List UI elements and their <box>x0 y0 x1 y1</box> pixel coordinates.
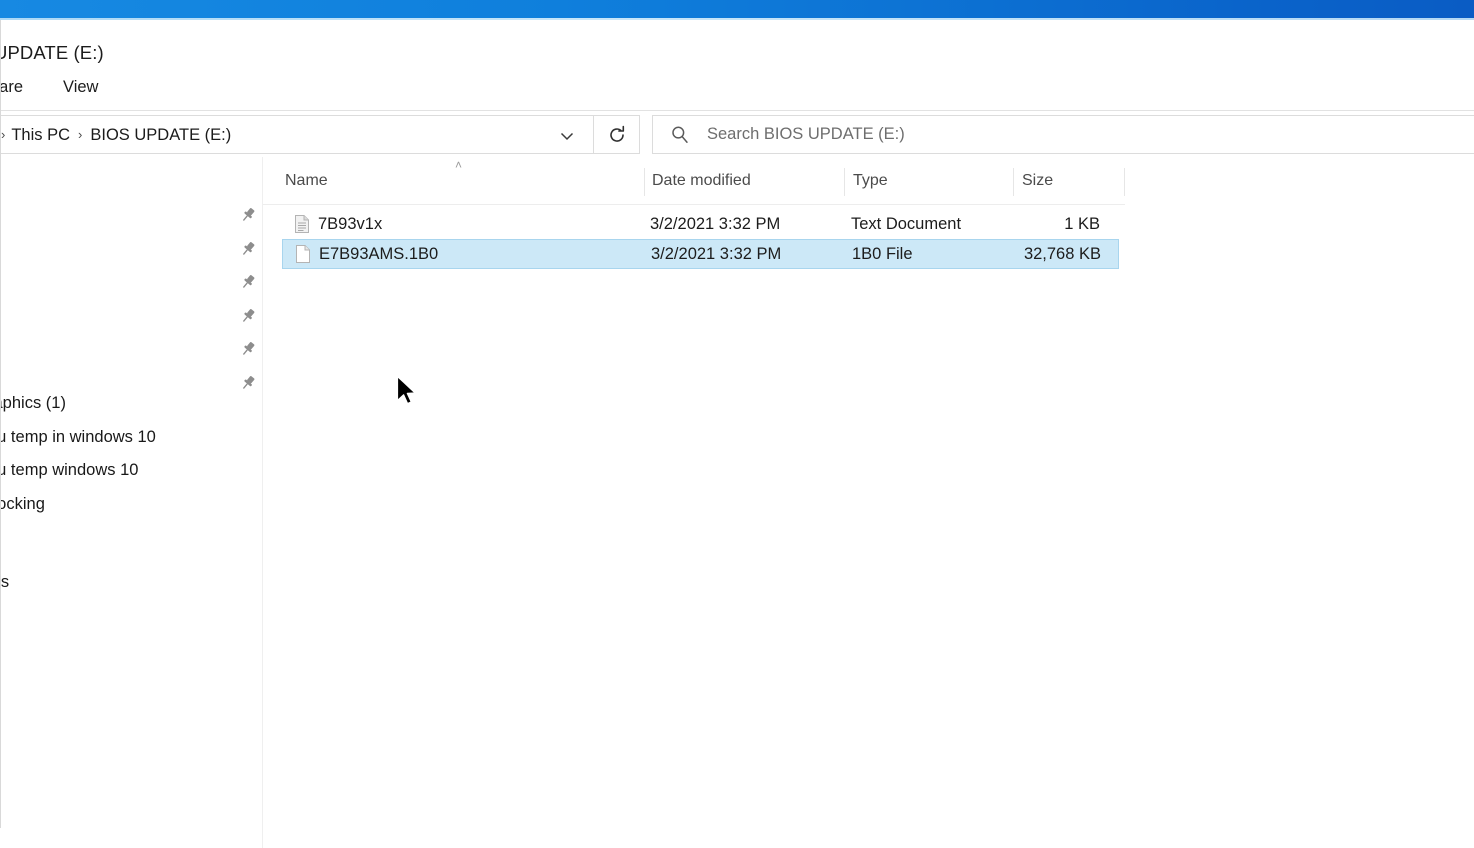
address-bar-row: › This PC › BIOS UPDATE (E:) Search BIOS… <box>0 115 1474 155</box>
sort-ascending-icon: ˄ <box>455 158 463 172</box>
text-document-icon <box>294 214 310 234</box>
pin-icon[interactable] <box>238 306 258 326</box>
cell-size: 32,768 KB <box>1023 244 1101 263</box>
pin-icon[interactable] <box>238 239 258 259</box>
column-header-type[interactable]: Type <box>853 157 888 205</box>
breadcrumb-item-this-pc[interactable]: This PC <box>11 126 70 145</box>
window-left-border <box>0 20 1 828</box>
column-header-size[interactable]: Size <box>1022 157 1053 205</box>
tab-share[interactable]: hare <box>0 78 23 97</box>
column-divider[interactable] <box>844 168 845 196</box>
title-bar: UPDATE (E:) <box>0 42 760 70</box>
file-list: Name ˄ Date modified Type Size 7B93v1x 3… <box>263 157 1474 848</box>
cell-date-modified: 3/2/2021 3:32 PM <box>651 244 782 263</box>
search-box[interactable]: Search BIOS UPDATE (E:) <box>652 115 1474 154</box>
breadcrumb-item-bios-update[interactable]: BIOS UPDATE (E:) <box>90 126 231 145</box>
nav-item-cpu-temp-windows-10[interactable]: pu temp windows 10 <box>0 461 138 480</box>
nav-item-overclocking[interactable]: docking <box>0 495 45 514</box>
pin-icon[interactable] <box>238 373 258 393</box>
table-row[interactable]: 7B93v1x 3/2/2021 3:32 PM Text Document 1… <box>282 209 1119 239</box>
breadcrumb-lead-separator: › <box>1 127 6 142</box>
cell-name: 7B93v1x <box>318 214 383 233</box>
file-explorer-window: UPDATE (E:) hare View › This PC › BIOS U… <box>0 20 1474 848</box>
pin-icon[interactable] <box>238 339 258 359</box>
column-divider[interactable] <box>1013 168 1014 196</box>
breadcrumb: › This PC › BIOS UPDATE (E:) <box>0 116 231 155</box>
cell-name: E7B93AMS.1B0 <box>319 244 439 263</box>
breadcrumb-separator: › <box>78 127 83 142</box>
window-chrome-banner <box>0 0 1474 18</box>
generic-file-icon <box>295 244 311 264</box>
cell-size: 1 KB <box>1064 214 1100 233</box>
search-input[interactable]: Search BIOS UPDATE (E:) <box>707 125 905 144</box>
column-header-row: Name ˄ Date modified Type Size <box>263 157 1125 205</box>
cell-date-modified: 3/2/2021 3:32 PM <box>650 214 781 233</box>
column-header-date-modified[interactable]: Date modified <box>652 157 751 205</box>
ribbon-divider <box>0 110 1474 111</box>
pin-icon[interactable] <box>238 205 258 225</box>
window-title: UPDATE (E:) <box>0 42 104 63</box>
tab-view[interactable]: View <box>63 78 98 97</box>
refresh-button[interactable] <box>594 115 640 154</box>
nav-item-files[interactable]: les <box>0 573 9 592</box>
column-header-name[interactable]: Name <box>285 157 328 205</box>
refresh-icon <box>609 125 624 142</box>
nav-item-cpu-temp-in-windows-10[interactable]: pu temp in windows 10 <box>0 428 156 447</box>
address-bar[interactable]: › This PC › BIOS UPDATE (E:) <box>0 115 594 154</box>
nav-item-graphics[interactable]: raphics (1) <box>0 394 66 413</box>
column-header-underline <box>263 204 1125 205</box>
pin-icon[interactable] <box>238 272 258 292</box>
ribbon-tabstrip: hare View <box>0 78 1474 108</box>
search-icon <box>653 124 707 146</box>
column-divider[interactable] <box>644 168 645 196</box>
chevron-down-icon[interactable] <box>557 116 577 155</box>
navigation-pane: raphics (1) pu temp in windows 10 pu tem… <box>0 157 262 848</box>
column-divider[interactable] <box>1124 168 1125 196</box>
table-row[interactable]: E7B93AMS.1B0 3/2/2021 3:32 PM 1B0 File 3… <box>282 239 1119 269</box>
